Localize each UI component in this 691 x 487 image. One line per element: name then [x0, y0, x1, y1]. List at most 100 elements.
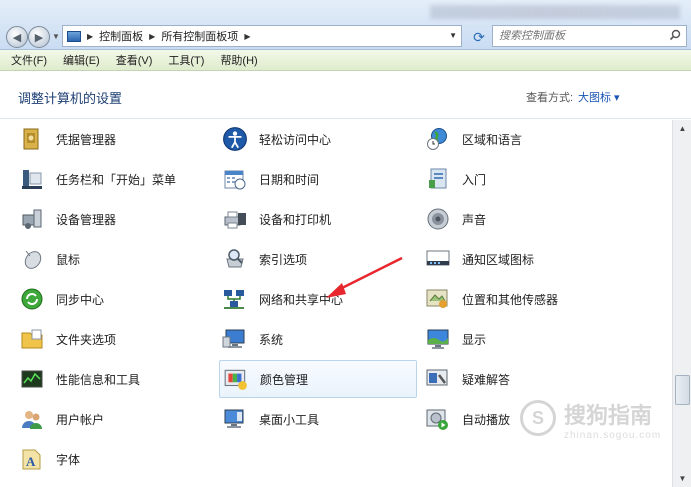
control-panel-items: 凭据管理器 任务栏和「开始」菜单 设备管理器 鼠标 同步中心 文件夹选项 性能信…: [0, 120, 672, 487]
mouse-icon: [18, 245, 46, 273]
item-getting-started[interactable]: 入门: [424, 160, 486, 198]
breadcrumb-control-panel[interactable]: 控制面板: [99, 28, 143, 44]
search-input[interactable]: [499, 30, 669, 42]
sync-center-icon: [18, 285, 46, 313]
item-taskbar-start-menu[interactable]: 任务栏和「开始」菜单: [18, 160, 176, 198]
display-icon: [424, 325, 452, 353]
item-label: 凭据管理器: [56, 132, 117, 147]
date-time-icon: [221, 165, 249, 193]
back-button[interactable]: ◀: [6, 26, 28, 48]
performance-icon: [18, 365, 46, 393]
item-label: 区域和语言: [462, 132, 523, 147]
item-performance[interactable]: 性能信息和工具: [18, 360, 140, 398]
sound-icon: [424, 205, 452, 233]
item-notification-area-icons[interactable]: 通知区域图标: [424, 240, 534, 278]
item-label: 声音: [462, 212, 487, 227]
view-by-label: 查看方式:: [526, 92, 574, 104]
item-label: 颜色管理: [260, 372, 309, 387]
item-device-manager[interactable]: 设备管理器: [18, 200, 116, 238]
scroll-up-button[interactable]: ▲: [675, 121, 690, 136]
location-sensors-icon: [424, 285, 452, 313]
scroll-thumb[interactable]: [675, 375, 690, 405]
menu-edit[interactable]: 编辑(E): [60, 50, 103, 70]
getting-started-icon: [424, 165, 452, 193]
item-label: 字体: [56, 452, 81, 467]
page-title: 调整计算机的设置: [18, 91, 123, 106]
search-icon[interactable]: [669, 29, 681, 41]
item-credential-manager[interactable]: 凭据管理器: [18, 120, 116, 158]
item-date-time[interactable]: 日期和时间: [221, 160, 319, 198]
ease-of-access-icon: [221, 125, 249, 153]
item-label: 设备和打印机: [259, 212, 332, 227]
item-label: 用户帐户: [56, 412, 105, 427]
menu-file[interactable]: 文件(F): [8, 50, 50, 70]
breadcrumb[interactable]: ▶ 控制面板 ▶ 所有控制面板项 ▶ ▼: [62, 25, 462, 47]
autoplay-icon: [424, 405, 452, 433]
indexing-icon: [221, 245, 249, 273]
watermark-text: 搜狗指南: [564, 403, 653, 428]
back-arrow-icon: ◀: [12, 31, 22, 44]
taskbar-icon: [18, 165, 46, 193]
fonts-icon: A: [18, 445, 46, 473]
device-manager-icon: [18, 205, 46, 233]
item-label: 性能信息和工具: [56, 372, 141, 387]
item-label: 入门: [462, 172, 487, 187]
menu-bar: 文件(F) 编辑(E) 查看(V) 工具(T) 帮助(H): [0, 50, 691, 71]
troubleshooting-icon: [424, 365, 452, 393]
devices-printers-icon: [221, 205, 249, 233]
item-display[interactable]: 显示: [424, 320, 486, 358]
menu-help[interactable]: 帮助(H): [217, 50, 260, 70]
item-sync-center[interactable]: 同步中心: [18, 280, 104, 318]
search-box[interactable]: [492, 25, 687, 47]
item-ease-of-access[interactable]: 轻松访问中心: [221, 120, 331, 158]
refresh-icon: ⟳: [473, 28, 485, 45]
item-color-management[interactable]: 颜色管理: [219, 360, 417, 398]
network-sharing-icon: [221, 285, 249, 313]
view-by-dropdown[interactable]: 大图标 ▾: [578, 89, 620, 105]
watermark-logo: S 搜狗指南 zhinan.sogou.com: [520, 396, 670, 451]
item-label: 设备管理器: [56, 212, 117, 227]
item-fonts[interactable]: A 字体: [18, 440, 80, 478]
item-folder-options[interactable]: 文件夹选项: [18, 320, 116, 358]
scroll-down-button[interactable]: ▼: [675, 471, 690, 486]
notification-icon: [424, 245, 452, 273]
item-desktop-gadgets[interactable]: 桌面小工具: [221, 400, 319, 438]
item-region-language[interactable]: 区域和语言: [424, 120, 522, 158]
breadcrumb-all-items[interactable]: 所有控制面板项: [161, 28, 238, 44]
item-label: 鼠标: [56, 252, 81, 267]
item-indexing-options[interactable]: 索引选项: [221, 240, 307, 278]
menu-tools[interactable]: 工具(T): [165, 50, 207, 70]
item-label: 显示: [462, 332, 487, 347]
sogou-logo-icon: S: [520, 400, 556, 436]
address-history-dropdown[interactable]: ▼: [449, 31, 457, 40]
item-system[interactable]: 系统: [221, 320, 283, 358]
user-accounts-icon: [18, 405, 46, 433]
refresh-button[interactable]: ⟳: [468, 27, 490, 47]
menu-view[interactable]: 查看(V): [113, 50, 156, 70]
item-mouse[interactable]: 鼠标: [18, 240, 80, 278]
region-language-icon: [424, 125, 452, 153]
item-label: 文件夹选项: [56, 332, 117, 347]
vertical-scrollbar[interactable]: ▲ ▼: [672, 120, 691, 487]
item-label: 同步中心: [56, 292, 105, 307]
item-location-sensors[interactable]: 位置和其他传感器: [424, 280, 558, 318]
system-icon: [221, 325, 249, 353]
color-management-icon: [222, 365, 250, 393]
breadcrumb-separator[interactable]: ▶: [87, 32, 93, 41]
item-autoplay[interactable]: 自动播放: [424, 400, 510, 438]
gadgets-icon: [221, 405, 249, 433]
recent-pages-dropdown[interactable]: ▼: [52, 32, 60, 41]
item-sound[interactable]: 声音: [424, 200, 486, 238]
credential-manager-icon: [18, 125, 46, 153]
watermark-url: zhinan.sogou.com: [564, 430, 662, 441]
item-label: 疑难解答: [462, 372, 511, 387]
breadcrumb-separator[interactable]: ▶: [149, 32, 155, 41]
annotation-arrow-icon: [326, 256, 403, 298]
forward-button[interactable]: ▶: [28, 26, 50, 48]
item-troubleshooting[interactable]: 疑难解答: [424, 360, 510, 398]
breadcrumb-separator[interactable]: ▶: [244, 32, 250, 41]
item-label: 索引选项: [259, 252, 308, 267]
item-label: 系统: [259, 332, 284, 347]
item-devices-printers[interactable]: 设备和打印机: [221, 200, 331, 238]
item-user-accounts[interactable]: 用户帐户: [18, 400, 104, 438]
